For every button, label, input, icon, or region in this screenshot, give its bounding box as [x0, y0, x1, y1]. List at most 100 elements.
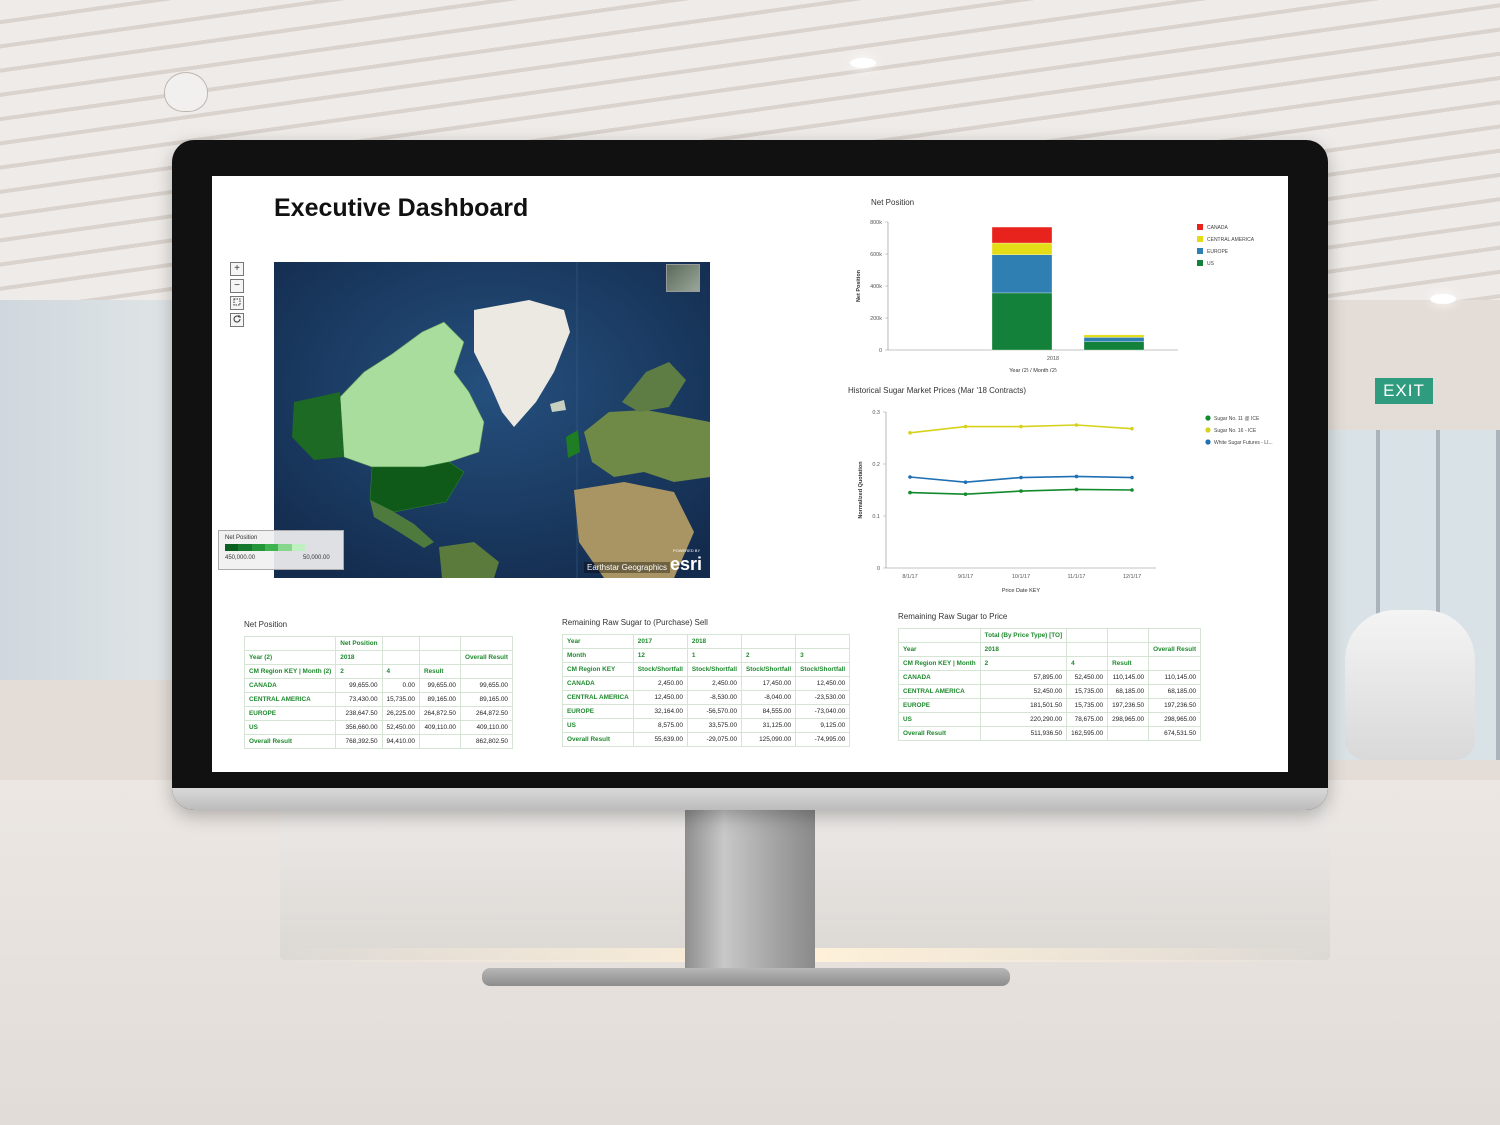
- legend-swatch: [1197, 248, 1203, 254]
- data-point[interactable]: [1130, 426, 1134, 431]
- data-point[interactable]: [908, 490, 912, 495]
- legend-swatch: [1205, 415, 1211, 421]
- table-cell: US: [898, 712, 981, 727]
- table-cell: [1107, 628, 1150, 643]
- table-cell: US: [562, 718, 634, 733]
- x-axis-label: Price Date KEY: [1002, 588, 1041, 594]
- table-cell: 1: [686, 648, 743, 663]
- table-cell: 264,872.50: [418, 706, 461, 721]
- table-cell: 33,575.00: [686, 718, 743, 733]
- table-cell: 110,145.00: [1107, 670, 1150, 685]
- table-row: CM Region KEY | Month 2 4 Result: [898, 656, 1202, 671]
- y-tick-label: 600k: [870, 252, 882, 258]
- bar-segment-central-america[interactable]: [991, 242, 1053, 255]
- net-position-table-title: Net Position: [244, 620, 288, 629]
- zoom-in-button[interactable]: +: [230, 262, 244, 276]
- reset-map-button[interactable]: [230, 313, 244, 327]
- exit-sign: EXIT: [1375, 378, 1433, 404]
- data-point[interactable]: [963, 424, 968, 429]
- table-cell: -8,040.00: [740, 690, 797, 705]
- data-point[interactable]: [908, 475, 912, 479]
- bar-segment-europe[interactable]: [1083, 337, 1145, 342]
- legend-title: Net Position: [225, 535, 258, 541]
- x-tick-label: 9/1/17: [958, 574, 973, 580]
- bar-segment-canada[interactable]: [991, 226, 1053, 244]
- data-point[interactable]: [1130, 488, 1134, 492]
- table-cell: 264,872.50: [459, 706, 513, 721]
- y-tick-label: 0: [877, 566, 880, 572]
- table-cell: [1148, 656, 1202, 671]
- table-cell: Stock/Shortfall: [740, 662, 797, 677]
- table-cell: 52,450.00: [1066, 670, 1109, 685]
- data-point[interactable]: [963, 480, 968, 484]
- table-cell: 73,430.00: [335, 692, 383, 707]
- table-cell: 4: [381, 664, 420, 679]
- data-point[interactable]: [1074, 474, 1079, 479]
- table-cell: 238,647.50: [335, 706, 383, 721]
- legend-label: CANADA: [1207, 225, 1229, 231]
- bar-segment-us[interactable]: [991, 292, 1053, 351]
- table-row: EUROPE 181,501.50 15,735.00 197,236.50 197,2…: [898, 698, 1202, 713]
- bar-segment-us[interactable]: [1083, 341, 1145, 351]
- table-cell: CM Region KEY | Month: [898, 656, 981, 671]
- table-cell: EUROPE: [562, 704, 634, 719]
- bar-segment-europe[interactable]: [991, 254, 1053, 294]
- basemap-toggle-button[interactable]: [666, 264, 700, 292]
- table-cell: 15,735.00: [1066, 698, 1109, 713]
- table-cell: [459, 636, 513, 651]
- data-point[interactable]: [963, 492, 968, 496]
- table-cell: 2017: [632, 634, 688, 649]
- ceiling-light: [850, 58, 876, 68]
- table-cell: Overall Result: [459, 650, 513, 665]
- bar-segment-central-america[interactable]: [1083, 334, 1145, 338]
- data-point[interactable]: [1019, 475, 1023, 480]
- table-cell: 511,936.50: [979, 726, 1068, 741]
- table-cell: 356,660.00: [335, 720, 383, 735]
- net-position-chart[interactable]: 0 200k 400k 600k 800k Net Position Year (2) / …: [852, 212, 1282, 372]
- table-cell: [1148, 628, 1202, 643]
- legend-swatch: [238, 544, 252, 551]
- table-cell: 9,125.00: [795, 718, 851, 733]
- y-tick-label: 0.2: [872, 462, 880, 468]
- data-point[interactable]: [1130, 475, 1134, 480]
- zoom-out-button[interactable]: −: [230, 279, 244, 293]
- table-cell: -56,570.00: [686, 704, 743, 719]
- legend-swatch: [291, 544, 305, 551]
- table-cell: EUROPE: [243, 706, 337, 721]
- esri-logo: esri: [670, 554, 703, 574]
- table-row: CENTRAL AMERICA 12,450.00 -8,530.00 -8,040.…: [562, 690, 851, 705]
- y-tick-label: 0.1: [872, 514, 880, 520]
- data-point[interactable]: [1019, 424, 1023, 429]
- x-group-label: 2018: [1047, 356, 1059, 362]
- table-cell: Year: [898, 642, 981, 657]
- table-cell: CENTRAL AMERICA: [898, 684, 981, 699]
- table-cell: 68,185.00: [1148, 684, 1202, 699]
- data-point[interactable]: [1074, 487, 1079, 492]
- y-axis-label: Normalized Quotation: [858, 461, 864, 519]
- left-window-wall: [0, 300, 190, 680]
- data-point[interactable]: [908, 431, 912, 435]
- price-history-chart[interactable]: 0 0.1 0.2 0.3 8/1/17 9/1/17 10/1/17 11/1/17 12/1…: [840, 402, 1280, 598]
- table-cell: 0.00: [381, 678, 420, 693]
- legend-color-ramp: [225, 544, 305, 551]
- data-point[interactable]: [1019, 489, 1023, 493]
- table-cell: 3: [795, 648, 851, 663]
- legend-label: CENTRAL AMERICA: [1207, 237, 1255, 243]
- table-cell: [1066, 628, 1109, 643]
- powered-by-label: POWERED BY: [673, 548, 701, 553]
- zoom-extent-button[interactable]: [230, 296, 244, 310]
- table-cell: US: [243, 720, 337, 735]
- table-cell: 52,450.00: [381, 720, 420, 735]
- table-cell: Result: [418, 664, 461, 679]
- table-row: CENTRAL AMERICA 73,430.00 15,735.00 89,165.…: [243, 692, 513, 707]
- table-row: EUROPE 32,164.00 -56,570.00 84,555.00 -73,04…: [562, 704, 851, 719]
- legend-label: White Sugar Futures - LI...: [1214, 440, 1273, 446]
- security-camera: [164, 72, 208, 112]
- table-row: CANADA 2,450.00 2,450.00 17,450.00 12,450.00: [562, 676, 851, 691]
- table-cell: -8,530.00: [686, 690, 743, 705]
- y-tick-label: 0.3: [872, 410, 880, 416]
- table-cell: [795, 634, 851, 649]
- table-row: Year 2018 Overall Result: [898, 642, 1202, 657]
- table-cell: 2,450.00: [632, 676, 688, 691]
- data-point[interactable]: [1074, 423, 1079, 427]
